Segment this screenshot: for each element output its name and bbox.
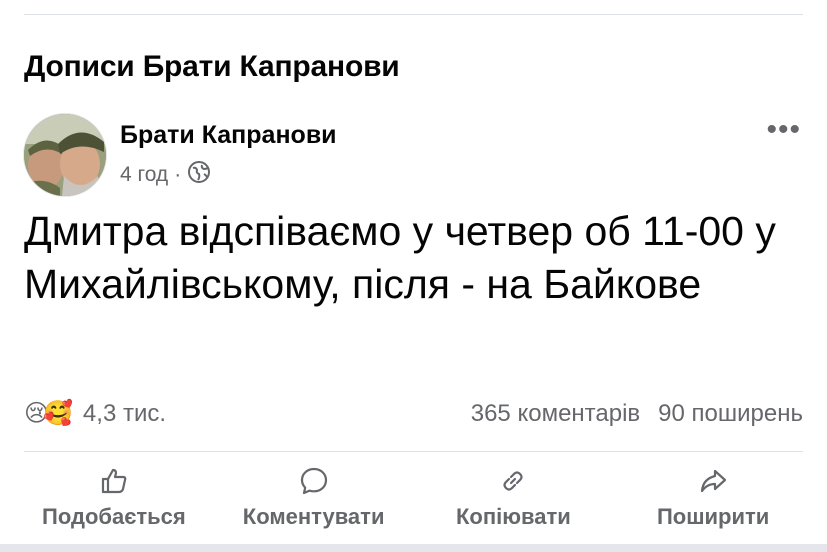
more-options-button[interactable]: ••• — [766, 115, 801, 145]
thumbs-up-icon — [101, 468, 127, 494]
reactions[interactable]: 😢 🥰 4,3 тис. — [24, 400, 166, 428]
comment-button[interactable]: Коментувати — [219, 462, 409, 534]
post-stats: 😢 🥰 4,3 тис. 365 коментарів 90 поширень — [24, 396, 803, 432]
actions-divider — [24, 451, 803, 452]
post-time[interactable]: 4 год — [120, 163, 168, 187]
share-button[interactable]: Поширити — [618, 462, 808, 534]
copy-label: Копіювати — [455, 504, 571, 529]
speech-bubble-icon — [300, 467, 327, 495]
globe-icon — [187, 160, 211, 190]
avatar-photo — [24, 114, 106, 196]
shares-count[interactable]: 90 поширень — [658, 400, 803, 428]
like-label: Подобається — [42, 504, 186, 529]
post-text: Дмитра відспіваємо у четвер об 11-00 у М… — [24, 208, 776, 307]
reaction-count[interactable]: 4,3 тис. — [83, 400, 166, 428]
link-icon — [503, 471, 523, 491]
meta-separator: · — [174, 163, 182, 186]
author-avatar[interactable] — [23, 113, 107, 197]
comment-label: Коментувати — [242, 504, 385, 529]
comments-count[interactable]: 365 коментарів — [471, 400, 640, 428]
like-button[interactable]: Подобається — [19, 462, 209, 534]
post-actions: Подобається Коментувати Копіювати Пошири… — [0, 462, 827, 534]
care-reaction-icon: 🥰 — [43, 400, 73, 427]
share-label: Поширити — [656, 504, 770, 529]
bottom-separator — [0, 544, 827, 552]
copy-link-button[interactable]: Копіювати — [418, 462, 608, 534]
top-divider — [24, 14, 803, 15]
share-arrow-icon — [701, 469, 727, 493]
section-title: Дописи Брати Капранови — [24, 50, 400, 83]
author-name[interactable]: Брати Капранови — [120, 121, 337, 150]
post-meta: 4 год · — [120, 160, 211, 190]
